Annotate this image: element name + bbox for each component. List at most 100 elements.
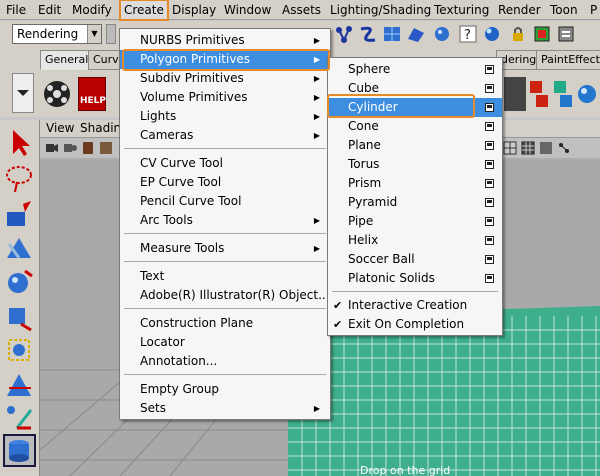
curve-snap-icon[interactable]: [358, 24, 378, 44]
show-manipulator-icon[interactable]: [3, 400, 36, 433]
menu-item-plane[interactable]: Plane: [328, 136, 502, 155]
menu-item-volume-primitives[interactable]: Volume Primitives ▶: [120, 88, 330, 107]
grid-snap-icon[interactable]: [382, 24, 402, 44]
render-sphere-icon[interactable]: [482, 24, 502, 44]
chevron-down-icon: [17, 90, 29, 96]
create-menu: NURBS Primitives ▶ Polygon Primitives ▶ Su…: [119, 28, 331, 420]
menu-item-measure-tools[interactable]: Measure Tools ▶: [120, 239, 330, 258]
menu-item-nurbs-primitives[interactable]: NURBS Primitives ▶: [120, 31, 330, 50]
scale-tool-icon[interactable]: [3, 300, 36, 333]
menu-item-cone[interactable]: Cone: [328, 117, 502, 136]
viewport-menu-view[interactable]: View: [46, 121, 74, 135]
menu-item-construction-plane[interactable]: Construction Plane: [120, 314, 330, 333]
bookmark-icon[interactable]: [80, 140, 96, 156]
menu-item-helix[interactable]: Helix: [328, 231, 502, 250]
help-question-icon[interactable]: ?: [458, 24, 478, 44]
menu-item-cameras[interactable]: Cameras ▶: [120, 126, 330, 145]
option-box-icon[interactable]: [485, 255, 494, 264]
menu-item-pyramid[interactable]: Pyramid: [328, 193, 502, 212]
menu-assets[interactable]: Assets: [278, 0, 325, 20]
submenu-arrow-icon: ▶: [313, 244, 320, 253]
option-box-icon[interactable]: [485, 103, 494, 112]
menu-item-annotation[interactable]: Annotation...: [120, 352, 330, 371]
render-node-icon[interactable]: [528, 77, 550, 111]
menu-separator: [124, 374, 326, 375]
menu-render[interactable]: Render: [494, 0, 545, 20]
option-box-icon[interactable]: [485, 122, 494, 131]
menu-texturing[interactable]: Texturing: [430, 0, 493, 20]
menu-display[interactable]: Display: [168, 0, 220, 20]
render-globe-icon[interactable]: [432, 24, 452, 44]
menu-create[interactable]: Create: [119, 0, 169, 21]
film-reel-icon[interactable]: [40, 77, 76, 111]
menu-toon[interactable]: Toon: [546, 0, 582, 20]
option-box-icon[interactable]: [485, 160, 494, 169]
camera-select-icon[interactable]: [44, 140, 60, 156]
menu-file[interactable]: File: [2, 0, 30, 20]
soft-mod-icon[interactable]: [3, 368, 36, 401]
option-box-icon[interactable]: [485, 198, 494, 207]
sphere-shader-icon[interactable]: [576, 77, 598, 111]
menu-item-empty-group[interactable]: Empty Group: [120, 380, 330, 399]
lock-icon[interactable]: [508, 24, 528, 44]
collapse-handle[interactable]: [106, 24, 116, 44]
menu-item-torus[interactable]: Torus: [328, 155, 502, 174]
grid-toggle-icon[interactable]: [502, 140, 518, 156]
menu-item-interactive-creation[interactable]: ✔ Interactive Creation: [328, 296, 502, 315]
render-view-icon[interactable]: [532, 24, 552, 44]
select-arrow-icon[interactable]: [3, 126, 36, 159]
last-tool-button[interactable]: [3, 434, 36, 467]
menu-item-exit-on-completion[interactable]: ✔ Exit On Completion: [328, 315, 502, 334]
connect-icon[interactable]: [334, 24, 354, 44]
shader-node-icon[interactable]: [552, 77, 574, 111]
menu-lighting-shading[interactable]: Lighting/Shading: [326, 0, 435, 20]
menu-item-text[interactable]: Text: [120, 267, 330, 286]
menu-item-subdiv-primitives[interactable]: Subdiv Primitives ▶: [120, 69, 330, 88]
image-plane-icon[interactable]: [98, 140, 114, 156]
help-button[interactable]: HELP: [78, 77, 106, 111]
isolate-select-icon[interactable]: [556, 140, 572, 156]
paint-select-icon[interactable]: [3, 198, 36, 231]
attribute-editor-icon[interactable]: [556, 24, 576, 44]
option-box-icon[interactable]: [485, 84, 494, 93]
viewport-menu-shading[interactable]: Shadin: [80, 121, 121, 135]
menu-item-sets[interactable]: Sets ▶: [120, 399, 330, 418]
menu-item-pipe[interactable]: Pipe: [328, 212, 502, 231]
mode-select[interactable]: Rendering ▼: [12, 24, 102, 44]
option-box-icon[interactable]: [485, 179, 494, 188]
menu-item-ep-curve-tool[interactable]: EP Curve Tool: [120, 173, 330, 192]
surface-snap-icon[interactable]: [406, 24, 426, 44]
menu-item-prism[interactable]: Prism: [328, 174, 502, 193]
menu-item-pencil-curve-tool[interactable]: Pencil Curve Tool: [120, 192, 330, 211]
shelf-menu-button[interactable]: [12, 73, 34, 113]
move-tool-icon[interactable]: [3, 232, 36, 265]
menu-edit[interactable]: Edit: [34, 0, 65, 20]
option-box-icon[interactable]: [485, 217, 494, 226]
option-box-icon[interactable]: [485, 65, 494, 74]
menu-item-lights[interactable]: Lights ▶: [120, 107, 330, 126]
menu-item-soccer-ball[interactable]: Soccer Ball: [328, 250, 502, 269]
shelf-tool-icon[interactable]: [504, 77, 526, 111]
tab-general[interactable]: General: [40, 50, 94, 70]
option-box-icon[interactable]: [485, 236, 494, 245]
tab-painteffects[interactable]: PaintEffects: [536, 50, 600, 70]
menu-item-illustrator-object[interactable]: Adobe(R) Illustrator(R) Object...: [120, 286, 330, 305]
smooth-shade-icon[interactable]: [538, 140, 554, 156]
menu-window[interactable]: Window: [220, 0, 275, 20]
menu-item-locator[interactable]: Locator: [120, 333, 330, 352]
lasso-icon[interactable]: [3, 162, 36, 195]
submenu-arrow-icon: ▶: [313, 112, 320, 121]
rotate-tool-icon[interactable]: [3, 266, 36, 299]
wireframe-icon[interactable]: [520, 140, 536, 156]
svg-text:?: ?: [464, 28, 471, 43]
manipulator-icon[interactable]: [3, 334, 36, 367]
camera-attr-icon[interactable]: [62, 140, 78, 156]
menu-item-arc-tools[interactable]: Arc Tools ▶: [120, 211, 330, 230]
menu-modify[interactable]: Modify: [68, 0, 116, 20]
option-box-icon[interactable]: [485, 274, 494, 283]
option-box-icon[interactable]: [485, 141, 494, 150]
menu-item-cv-curve-tool[interactable]: CV Curve Tool: [120, 154, 330, 173]
menu-overflow[interactable]: P: [586, 0, 600, 20]
menu-item-sphere[interactable]: Sphere: [328, 60, 502, 79]
menu-item-platonic-solids[interactable]: Platonic Solids: [328, 269, 502, 288]
